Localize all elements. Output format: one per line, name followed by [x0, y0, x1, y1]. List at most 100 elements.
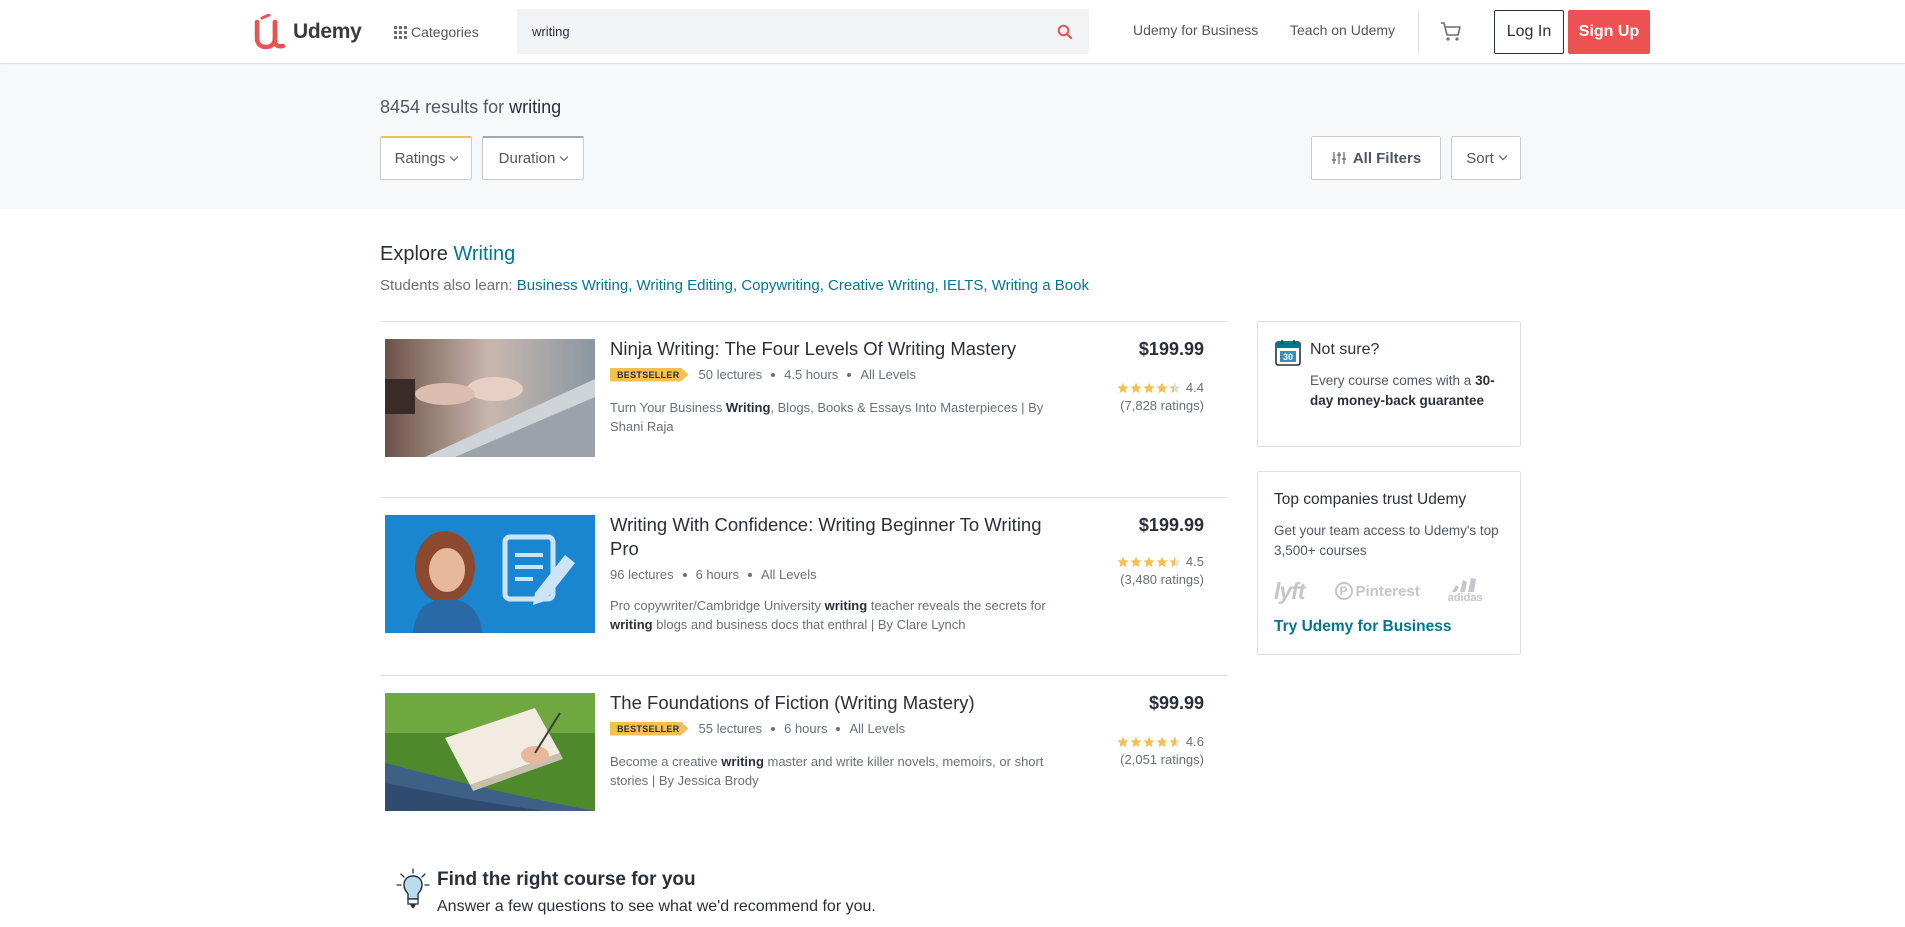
rating-count: (7,828 ratings): [1120, 398, 1204, 413]
udemy-logo-icon: [254, 14, 286, 50]
duration-filter-label: Duration: [498, 150, 556, 167]
star-icon: [1130, 382, 1142, 393]
course-title[interactable]: The Foundations of Fiction (Writing Mast…: [610, 691, 1060, 715]
topic-link-business-writing[interactable]: Business Writing,: [517, 277, 633, 294]
course-hours: 4.5 hours: [784, 367, 839, 382]
course-lectures: 96 lectures: [610, 567, 674, 582]
categories-label: Categories: [411, 24, 479, 40]
topic-link-copywriting[interactable]: Copywriting,: [741, 277, 824, 294]
find-course-title: Find the right course for you: [437, 869, 696, 890]
star-icon: [1169, 556, 1181, 567]
topic-link-creative-writing[interactable]: Creative Writing,: [828, 277, 939, 294]
results-for-text: results for: [425, 97, 505, 117]
cart-icon[interactable]: [1439, 20, 1463, 44]
categories-menu[interactable]: Categories: [394, 20, 479, 44]
course-thumbnail[interactable]: [385, 339, 595, 457]
course-card[interactable]: The Foundations of Fiction (Writing Mast…: [380, 675, 1228, 823]
course-card[interactable]: Writing With Confidence: Writing Beginne…: [380, 497, 1228, 645]
course-lectures: 55 lectures: [698, 721, 763, 736]
results-bar: 8454 results for writing Ratings Duratio…: [0, 65, 1905, 209]
udemy-for-business-link[interactable]: Udemy for Business: [1133, 22, 1258, 38]
top-header: Udemy Categories Udemy for Business Teac…: [0, 0, 1905, 64]
bestseller-badge: BESTSELLER: [610, 721, 689, 736]
not-sure-text-part: Every course comes with a: [1310, 373, 1476, 388]
chevron-down-icon: [560, 152, 569, 161]
star-icon: [1169, 736, 1181, 747]
udemy-logo[interactable]: Udemy: [252, 14, 362, 50]
duration-filter-button[interactable]: Duration: [482, 136, 584, 180]
bestseller-badge: BESTSELLER: [610, 367, 689, 382]
all-filters-button[interactable]: All Filters: [1311, 136, 1441, 180]
ratings-filter-label: Ratings: [394, 150, 446, 167]
course-price: $199.99: [1138, 339, 1204, 359]
star-icon: [1130, 556, 1142, 567]
star-icon: [1117, 556, 1129, 567]
star-rating: [1117, 556, 1182, 568]
course-hours: 6 hours: [784, 721, 828, 736]
course-description: Become a creative writing master and wri…: [610, 752, 1055, 790]
course-lectures: 50 lectures: [698, 367, 763, 382]
course-level: All Levels: [849, 721, 906, 736]
star-icon: [1143, 736, 1155, 747]
search-button[interactable]: [1041, 9, 1089, 54]
ratings-filter-button[interactable]: Ratings: [380, 136, 472, 180]
adidas-icon: [1452, 578, 1477, 592]
signup-button[interactable]: Sign Up: [1568, 10, 1650, 54]
course-level: All Levels: [760, 567, 817, 582]
topic-link-writing-editing[interactable]: Writing Editing,: [637, 277, 738, 294]
business-card-text: Get your team access to Udemy's top 3,50…: [1274, 523, 1499, 558]
search-input[interactable]: [517, 9, 1037, 54]
adidas-logo: adidas: [1448, 578, 1483, 604]
rating-value: 4.6: [1185, 734, 1204, 749]
star-icon: [1130, 736, 1142, 747]
chevron-down-icon: [1498, 151, 1507, 161]
star-icon: [1117, 736, 1129, 747]
search-bar: [517, 9, 1089, 54]
not-sure-text: Every course comes with a 30-day money-b…: [1310, 371, 1505, 411]
explore-heading: Explore Writing: [380, 243, 515, 266]
pinterest-logo: P Pinterest: [1334, 582, 1420, 600]
star-icon: [1143, 382, 1155, 393]
desc-text: blogs and business docs that enthral | B…: [652, 617, 966, 632]
star-icon: [1156, 556, 1168, 567]
login-button[interactable]: Log In: [1494, 10, 1564, 54]
results-number: 8454: [380, 97, 421, 117]
topic-link-ielts[interactable]: IELTS,: [943, 277, 988, 294]
star-rating: [1117, 736, 1182, 748]
filter-sliders-icon: [1331, 152, 1346, 164]
try-business-link[interactable]: Try Udemy for Business: [1274, 618, 1451, 636]
search-icon: [1057, 24, 1073, 39]
sort-button[interactable]: Sort: [1451, 136, 1521, 180]
money-back-card: 30 Not sure? Every course comes with a 3…: [1257, 321, 1521, 447]
also-learn: Students also learn: Business Writing, W…: [380, 277, 1089, 294]
calendar-icon: 30: [1275, 340, 1301, 366]
dot-separator: [771, 726, 776, 731]
rating-count: (2,051 ratings): [1120, 752, 1204, 767]
explore-topic-link[interactable]: Writing: [453, 243, 515, 265]
dot-separator: [682, 572, 687, 577]
course-description: Turn Your Business Writing, Blogs, Books…: [610, 398, 1055, 436]
course-rating: 4.6: [1117, 734, 1204, 749]
dot-separator: [847, 372, 852, 377]
course-meta: BESTSELLER 55 lectures 6 hours All Level…: [610, 721, 905, 736]
lightbulb-icon: [396, 868, 430, 908]
rating-value: 4.4: [1185, 380, 1204, 395]
course-description: Pro copywriter/Cambridge University writ…: [610, 596, 1055, 634]
dot-separator: [836, 726, 841, 731]
course-thumbnail[interactable]: [385, 515, 595, 633]
rating-value: 4.5: [1185, 554, 1204, 569]
topic-link-writing-a-book[interactable]: Writing a Book: [992, 277, 1089, 294]
business-card-title: Top companies trust Udemy: [1274, 491, 1467, 508]
course-title[interactable]: Ninja Writing: The Four Levels Of Writin…: [610, 337, 1060, 361]
desc-text: teacher reveals the secrets for: [867, 598, 1046, 613]
course-price: $99.99: [1148, 693, 1204, 713]
course-card[interactable]: Ninja Writing: The Four Levels Of Writin…: [380, 321, 1228, 469]
course-rating: 4.4: [1117, 380, 1204, 395]
results-count: 8454 results for writing: [380, 97, 561, 118]
course-title[interactable]: Writing With Confidence: Writing Beginne…: [610, 513, 1060, 561]
teach-on-udemy-link[interactable]: Teach on Udemy: [1290, 22, 1395, 38]
lyft-logo: lyft: [1274, 577, 1305, 604]
sort-label: Sort: [1466, 149, 1494, 167]
course-thumbnail[interactable]: [385, 693, 595, 811]
star-rating: [1117, 382, 1182, 394]
